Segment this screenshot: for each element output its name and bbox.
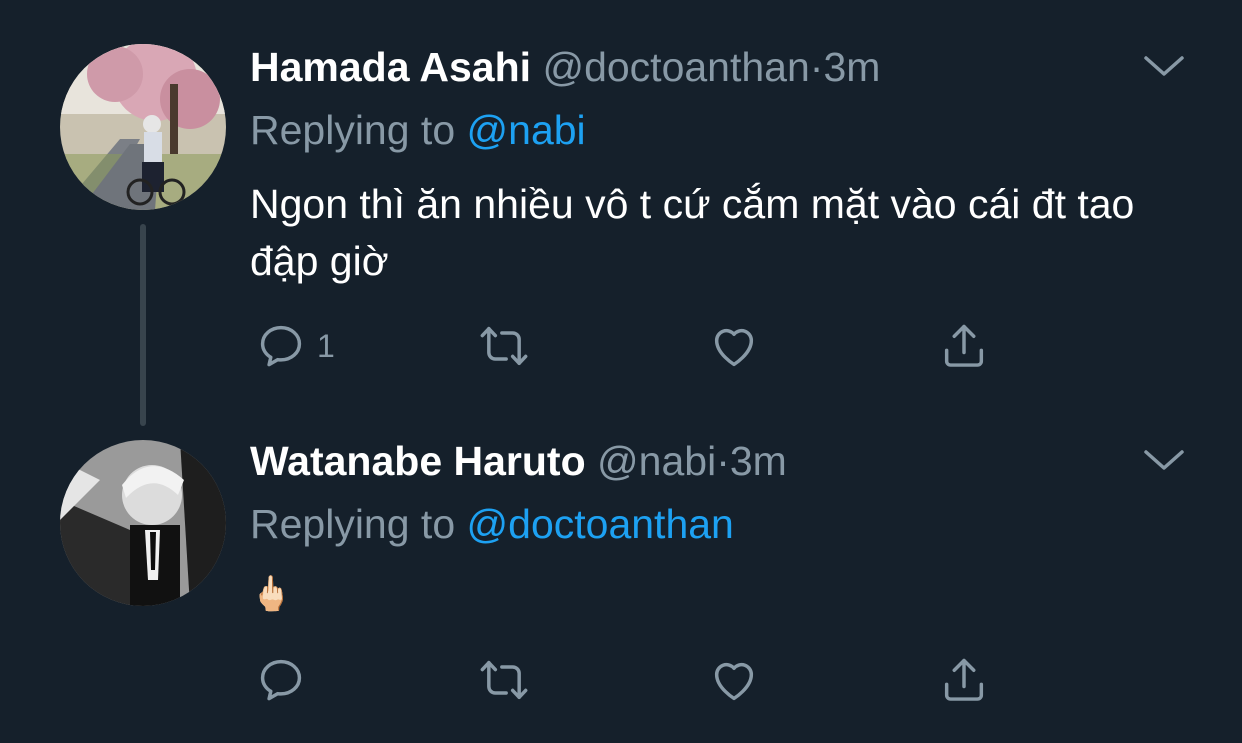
tweet-header: Watanabe Haruto @nabi·3m bbox=[250, 437, 787, 485]
avatar-photo bbox=[60, 440, 226, 606]
like-button[interactable] bbox=[708, 318, 760, 374]
timestamp[interactable]: 3m bbox=[730, 438, 787, 484]
like-icon bbox=[714, 328, 754, 367]
mention-link[interactable]: @nabi bbox=[467, 107, 586, 153]
like-icon bbox=[714, 662, 754, 701]
separator-dot: · bbox=[809, 44, 824, 90]
replying-to-label: Replying to bbox=[250, 501, 456, 547]
retweet-icon bbox=[480, 326, 528, 366]
tweet-actions: 1 bbox=[250, 318, 1010, 378]
chevron-down-icon bbox=[1144, 56, 1184, 76]
retweet-icon bbox=[480, 660, 528, 700]
reply-button[interactable]: 1 bbox=[255, 318, 335, 374]
retweet-button[interactable] bbox=[478, 318, 530, 374]
display-name[interactable]: Hamada Asahi bbox=[250, 44, 531, 90]
user-handle[interactable]: @doctoanthan bbox=[542, 44, 809, 90]
replying-to: Replying to @nabi bbox=[250, 106, 586, 154]
share-icon bbox=[944, 324, 984, 367]
reply-count: 1 bbox=[317, 327, 335, 364]
replying-to-label: Replying to bbox=[250, 107, 456, 153]
mention-link[interactable]: @doctoanthan bbox=[467, 501, 734, 547]
reply-button[interactable] bbox=[255, 652, 317, 708]
chevron-down-icon bbox=[1144, 450, 1184, 470]
reply-icon bbox=[260, 325, 302, 367]
tweet-text: Ngon thì ăn nhiều vô t cứ cắm mặt vào cá… bbox=[250, 181, 1135, 284]
share-icon bbox=[944, 658, 984, 701]
display-name[interactable]: Watanabe Haruto bbox=[250, 438, 586, 484]
user-handle[interactable]: @nabi bbox=[597, 438, 716, 484]
avatar[interactable] bbox=[60, 44, 226, 210]
more-options-button[interactable] bbox=[1142, 52, 1186, 80]
tweet-actions bbox=[250, 652, 1010, 712]
share-button[interactable] bbox=[938, 318, 990, 374]
like-button[interactable] bbox=[708, 652, 760, 708]
separator-dot: · bbox=[716, 438, 730, 484]
reply-icon bbox=[260, 659, 302, 701]
more-options-button[interactable] bbox=[1142, 446, 1186, 474]
tweet-text: 🖕🏻 bbox=[250, 575, 293, 613]
avatar[interactable] bbox=[60, 440, 226, 606]
timestamp[interactable]: 3m bbox=[823, 44, 880, 90]
replying-to: Replying to @doctoanthan bbox=[250, 500, 734, 548]
share-button[interactable] bbox=[938, 652, 990, 708]
avatar-photo bbox=[60, 44, 226, 210]
retweet-button[interactable] bbox=[478, 652, 530, 708]
thread-line bbox=[140, 224, 146, 426]
